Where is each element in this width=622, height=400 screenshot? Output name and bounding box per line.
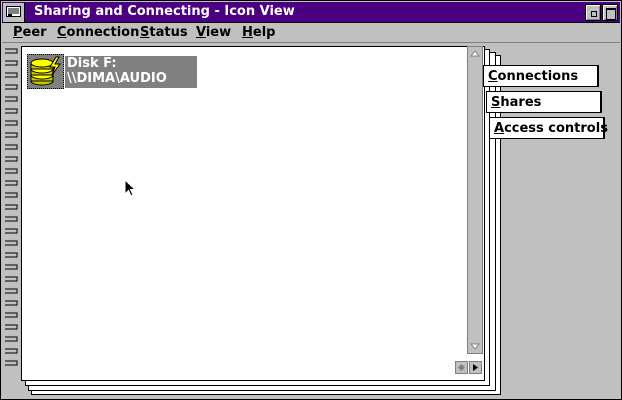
tab-connections-mnemonic: C	[488, 69, 498, 84]
tab-shares[interactable]: Shares	[486, 91, 602, 113]
scroll-down-button[interactable]	[468, 339, 482, 353]
tab-access-controls[interactable]: Access controls	[489, 117, 608, 139]
scroll-up-button[interactable]	[468, 47, 482, 61]
page-nav	[455, 361, 483, 374]
tab-connections-label: onnections	[497, 69, 579, 84]
menu-status-label: tatus	[149, 25, 188, 40]
menu-peer[interactable]: Peer	[13, 25, 47, 40]
menu-help-label: elp	[252, 25, 276, 40]
tab-access-controls-label: ccess controls	[504, 121, 608, 136]
tab-connections[interactable]: Connections	[483, 65, 599, 87]
prev-page-button[interactable]	[455, 361, 468, 374]
item-drive-name: Disk F:	[67, 56, 117, 71]
menu-status-mnemonic: S	[140, 25, 150, 40]
tab-shares-label: hares	[500, 95, 542, 110]
menu-view[interactable]: View	[196, 25, 231, 40]
spiral-binding-icon	[5, 48, 18, 366]
arrow-right-icon	[473, 364, 478, 371]
mouse-pointer-icon	[124, 179, 136, 197]
window-title: Sharing and Connecting - Icon View	[34, 4, 295, 19]
item-share-path: \\DIMA\AUDIO	[67, 71, 167, 86]
icon-frame	[27, 54, 64, 89]
tab-access-controls-mnemonic: A	[494, 121, 505, 136]
disk-drive-icon	[30, 56, 61, 86]
item-label: Disk F: \\DIMA\AUDIO	[65, 56, 197, 88]
title-bar[interactable]: Sharing and Connecting - Icon View	[2, 2, 620, 23]
arrow-up-icon	[469, 50, 481, 57]
icon-view-area[interactable]	[21, 46, 467, 361]
menu-view-mnemonic: V	[196, 25, 206, 40]
diamond-icon	[458, 364, 465, 371]
main-window: Sharing and Connecting - Icon View Peer …	[0, 0, 622, 400]
menu-connection-mnemonic: C	[57, 25, 67, 40]
menu-bar: Peer Connection Status View Help	[2, 23, 620, 43]
minimize-button[interactable]	[585, 4, 601, 21]
menu-peer-mnemonic: P	[13, 25, 23, 40]
menu-status[interactable]: Status	[140, 25, 188, 40]
menu-connection-label: onnection	[66, 25, 140, 40]
maximize-button[interactable]	[602, 4, 618, 21]
system-menu-button[interactable]	[3, 3, 25, 22]
menu-help[interactable]: Help	[242, 25, 275, 40]
tab-shares-mnemonic: S	[491, 95, 501, 110]
system-menu-icon	[6, 6, 21, 17]
menu-view-label: iew	[205, 25, 232, 40]
menu-help-mnemonic: H	[242, 25, 253, 40]
next-page-button[interactable]	[469, 361, 482, 374]
menu-connection[interactable]: Connection	[57, 25, 139, 40]
menu-peer-label: eer	[22, 25, 47, 40]
vertical-scrollbar[interactable]	[467, 46, 483, 354]
arrow-down-icon	[469, 343, 481, 350]
